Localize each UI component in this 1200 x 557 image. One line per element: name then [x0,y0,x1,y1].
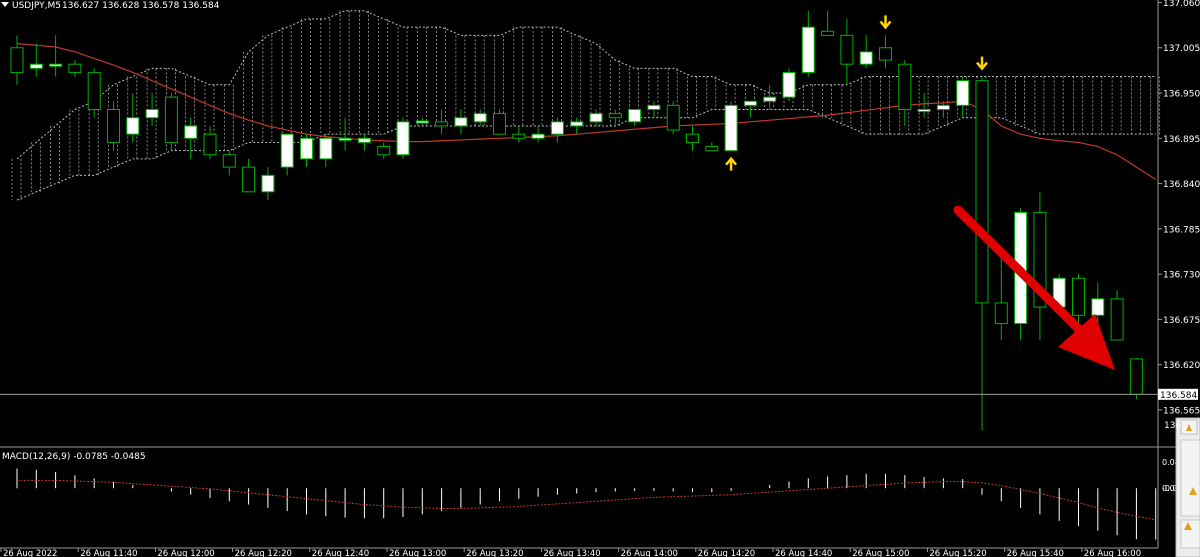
time-tick-label: 26 Aug 14:00 [621,549,678,557]
time-tick-label: 26 Aug 15:20 [929,549,986,557]
price-tick-label: 137.005 [1163,44,1200,54]
candle-body [473,113,487,123]
candle-body [705,146,719,152]
time-tick-label: 26 Aug 13:40 [543,549,600,557]
candle-body [782,71,796,98]
time-tick-label: 26 Aug 15:00 [852,549,909,557]
candle-body [10,47,24,73]
candle-body [29,63,43,69]
candle-body [1110,298,1124,341]
candle-body [222,154,236,168]
candle-body [87,71,101,110]
candle [396,117,410,159]
price-tick-label: 136.675 [1163,316,1200,326]
candle-body [68,63,82,73]
candle-body [126,117,140,135]
candle-body [145,108,159,119]
candle [164,93,178,151]
current-price-label: 136.584 [1160,391,1197,401]
candle-body [1091,298,1105,316]
candle-body [628,108,642,123]
candle-body [898,63,912,110]
candle-body [686,133,699,143]
candle-body [879,47,892,61]
candle-body [49,63,63,67]
price-tick-label: 136.785 [1163,225,1200,235]
candle [782,68,796,102]
candle-body [338,137,352,141]
price-tick-label: 136.840 [1163,180,1200,190]
side-window[interactable] [1175,417,1200,557]
candle-body [261,174,275,193]
symbol-label: USDJPY,M5 [12,1,61,11]
candle-body [300,137,313,160]
candle-body [936,104,950,110]
candle-body [435,121,449,127]
price-tick-label: 137.060 [1163,0,1200,9]
chart-header: USDJPY,M5 136.627 136.628 136.578 136.58… [1,1,220,11]
candle-body [724,104,738,152]
price-tick-label: 136.950 [1163,90,1200,100]
candle-body [840,34,854,65]
candle-body [493,113,506,135]
candle-body [203,133,217,156]
price-tick-label: 136.895 [1163,135,1200,145]
price-tick-label: 136.620 [1163,361,1200,371]
candle-body [377,146,391,156]
candle-body [763,96,777,102]
macd-label: MACD(12,26,9) -0.0785 -0.0485 [2,452,146,462]
candle-body [454,117,468,127]
candle-body [975,80,989,304]
time-tick-label: 26 Aug 15:40 [1007,549,1064,557]
candle-body [956,80,970,106]
candle-body [512,133,526,139]
time-tick-label: 26 Aug 12:40 [312,549,369,557]
candle-body [164,96,178,143]
time-tick-label: 26 Aug 14:20 [698,549,755,557]
time-axis: 26 Aug 2022 26 Aug 11:40 26 Aug 12:00 26 Au… [0,548,1141,557]
time-tick-label: 26 Aug 13:00 [389,549,446,557]
time-tick-label: 26 Aug 13:20 [466,549,523,557]
candle-body [608,113,622,119]
candle-body [647,104,661,110]
candle-body [107,108,120,143]
time-tick-label: 26 Aug 16:00 [1084,549,1141,557]
candle-body [994,302,1008,325]
candle-body [184,125,198,139]
candle-body [821,30,835,36]
candle-body [743,100,757,106]
candle-body [357,137,371,143]
candle-body [415,120,429,124]
time-tick-label: 26 Aug 12:00 [157,549,214,557]
candle [1129,358,1143,400]
trading-chart: 137.060 137.005 136.950 136.895 136.840 136.7… [0,0,1200,557]
price-tick-label: 136.730 [1163,271,1200,281]
candle [724,101,738,152]
candle-body [1072,277,1085,316]
macd-axis-label: -0.0 [1162,484,1178,493]
candle-body [550,121,564,135]
candle-body [396,121,410,156]
time-tick-label: 26 Aug 12:20 [235,549,292,557]
candle [666,101,680,135]
candle [493,109,506,135]
candle-body [531,133,545,139]
candle-body [242,166,256,193]
price-tick-label: 136.565 [1163,406,1200,416]
candle-body [859,51,873,65]
time-tick-label: 26 Aug 11:40 [80,549,137,557]
candle-body [570,121,584,127]
candle-body [280,133,294,168]
time-tick-label: 26 Aug 2022 [3,549,57,557]
price-tick-partial: 136 [1164,421,1181,431]
candle-body [1129,358,1143,395]
time-tick-label: 26 Aug 14:40 [775,549,832,557]
ohlc-values: 136.627 136.628 136.578 136.584 [62,1,220,11]
candle-body [319,137,333,160]
candle-body [917,108,931,112]
candle-body [666,104,680,131]
current-price-tag: 136.584 [1158,388,1198,401]
candle-body [589,113,603,123]
candle-body [801,26,815,73]
